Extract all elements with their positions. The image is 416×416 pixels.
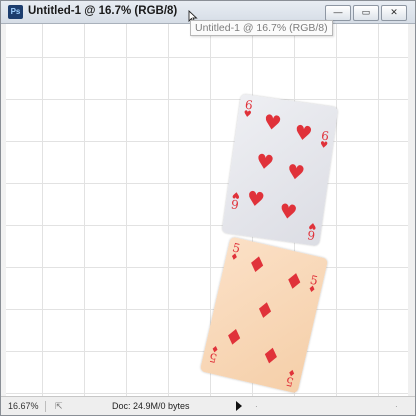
horizontal-scrollbar[interactable]: · · bbox=[247, 401, 407, 411]
card-corner-bottom-left: 6 ♥ bbox=[230, 188, 241, 212]
diamond-icon: ♦ bbox=[252, 297, 278, 326]
diamond-icon: ♦ bbox=[306, 284, 317, 296]
scroll-tick-icon: · bbox=[255, 402, 258, 411]
card-corner-bottom-right: 5 ♦ bbox=[284, 365, 297, 389]
vertical-scrollbar[interactable] bbox=[408, 24, 415, 396]
title-tooltip: Untitled-1 @ 16.7% (RGB/8) bbox=[190, 20, 333, 36]
heart-icon: ♥ bbox=[285, 159, 307, 186]
diamond-icon: ♦ bbox=[221, 323, 247, 353]
diamond-icon: ♦ bbox=[210, 342, 221, 354]
heart-icon: ♥ bbox=[261, 109, 284, 136]
status-divider bbox=[45, 401, 46, 412]
window-title: Untitled-1 @ 16.7% (RGB/8) bbox=[28, 5, 178, 17]
heart-icon: ♥ bbox=[242, 109, 253, 121]
minimize-button[interactable]: — bbox=[325, 5, 351, 21]
card-corner-bottom-right: 6 ♥ bbox=[306, 219, 318, 243]
diamond-icon: ♦ bbox=[229, 252, 240, 264]
six-of-hearts-card[interactable]: 6 ♥ 6 ♥ 6 ♥ 6 ♥ ♥ ♥ ♥ ♥ ♥ ♥ bbox=[221, 93, 339, 247]
card-corner-top-right: 5 ♦ bbox=[306, 273, 320, 296]
card-corner-bottom-left: 5 ♦ bbox=[208, 342, 221, 365]
heart-icon: ♥ bbox=[319, 140, 329, 152]
heart-icon: ♥ bbox=[254, 148, 276, 175]
heart-icon: ♥ bbox=[292, 119, 314, 147]
document-window: Ps Untitled-1 @ 16.7% (RGB/8) — ▭ ✕ Unti… bbox=[0, 0, 416, 416]
heart-icon: ♥ bbox=[245, 185, 267, 213]
maximize-button[interactable]: ▭ bbox=[353, 5, 379, 21]
card-corner-top-left: 6 ♥ bbox=[242, 98, 254, 121]
card-corner-top-left: 5 ♦ bbox=[229, 240, 242, 264]
document-size-info: Doc: 24.9M/0 bytes bbox=[112, 401, 190, 411]
diamond-icon: ♦ bbox=[258, 342, 284, 372]
diamond-icon: ♦ bbox=[244, 251, 270, 281]
heart-icon: ♥ bbox=[307, 219, 318, 231]
scroll-tick-icon: · bbox=[395, 402, 398, 411]
heart-icon: ♥ bbox=[231, 188, 241, 200]
photoshop-icon: Ps bbox=[8, 5, 23, 19]
zoom-level-field[interactable]: 16.67% bbox=[8, 400, 48, 412]
card-corner-top-right: 6 ♥ bbox=[319, 128, 330, 152]
diamond-icon: ♦ bbox=[281, 268, 307, 297]
heart-icon: ♥ bbox=[277, 198, 299, 225]
document-canvas[interactable]: 6 ♥ 6 ♥ 6 ♥ 6 ♥ ♥ ♥ ♥ ♥ ♥ ♥ 5 ♦ 5 ♦ 5 ♦ … bbox=[6, 24, 409, 396]
five-of-diamonds-card[interactable]: 5 ♦ 5 ♦ 5 ♦ 5 ♦ ♦ ♦ ♦ ♦ ♦ bbox=[199, 236, 329, 394]
status-bar: 16.67% ⇱ Doc: 24.9M/0 bytes · · bbox=[1, 396, 415, 415]
close-button[interactable]: ✕ bbox=[381, 5, 407, 21]
share-icon[interactable]: ⇱ bbox=[55, 400, 63, 412]
status-menu-arrow-icon[interactable] bbox=[236, 401, 242, 411]
diamond-icon: ♦ bbox=[286, 365, 297, 378]
